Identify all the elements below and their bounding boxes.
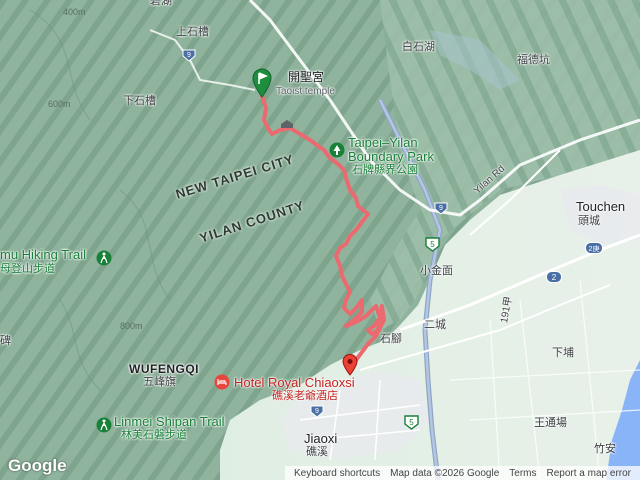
label-jiaoxi-zh: 礁溪 (306, 446, 328, 458)
svg-text:2庚: 2庚 (589, 244, 600, 253)
label-ercheng: 二城 (424, 319, 446, 331)
label-wufengqi-zh: 五峰旗 (143, 376, 176, 388)
route-9-shield-bottom: 9 (310, 405, 324, 418)
label-mid-left: 下石槽 (123, 95, 156, 107)
svg-text:5: 5 (430, 240, 435, 249)
label-jiaoxi-en: Jiaoxi (304, 431, 338, 446)
label-wufengqi-en: WUFENGQI (129, 362, 199, 376)
label-top-left: 上石槽 (176, 26, 209, 38)
report-error-link[interactable]: Report a map error (547, 468, 631, 479)
route-9-shield-mid: 9 (434, 202, 448, 215)
label-hotel-zh: 礁溪老爺酒店 (272, 390, 338, 402)
hiking-trail-icon-linmei[interactable] (96, 417, 112, 433)
park-label-en-1: Taipei–Yilan (348, 135, 418, 150)
google-logo: Google (8, 456, 67, 475)
label-shijiao: 石腳 (380, 333, 402, 345)
svg-text:2: 2 (552, 273, 557, 282)
map-footer: Keyboard shortcuts Map data ©2026 Google… (284, 466, 640, 480)
label-mu-trail-zh: 母登山步道 (0, 263, 55, 275)
keyboard-shortcuts-link[interactable]: Keyboard shortcuts (294, 468, 380, 479)
svg-text:9: 9 (315, 408, 319, 415)
start-marker-sublabel: Taoist temple (276, 86, 335, 97)
svg-text:9: 9 (439, 205, 443, 212)
label-toucheng-en: Touchen (576, 199, 626, 214)
label-top-cut: 碧湖 (150, 0, 172, 7)
label-hotel-en: Hotel Royal Chiaoxsi (234, 375, 355, 390)
label-edge-char: 碑 (0, 335, 11, 347)
label-toucheng-zh: 頭城 (578, 215, 600, 227)
end-marker-icon[interactable] (342, 354, 358, 376)
map-data-attribution: Map data ©2026 Google (390, 467, 500, 479)
route-2b-shield: 2庚 (585, 242, 603, 254)
label-linmei-zh: 林美石磐步道 (121, 429, 187, 441)
terrain-map[interactable]: 9 9 9 5 5 2 2庚 上石槽 碧湖 下石槽 開聖宮 Taoist tem… (0, 0, 640, 480)
label-wangtongchang: 王通場 (534, 417, 567, 429)
svg-text:9: 9 (187, 52, 191, 59)
hiking-trail-icon-left[interactable] (96, 250, 112, 266)
terms-link[interactable]: Terms (509, 468, 536, 479)
route-2-shield: 2 (546, 271, 562, 283)
label-baishihu: 白石湖 (402, 41, 435, 53)
elevation-400: 400m (63, 7, 86, 17)
temple-small-icon (281, 120, 293, 128)
svg-text:5: 5 (409, 418, 414, 427)
route-9-shield-top: 9 (182, 49, 196, 62)
hotel-icon[interactable] (214, 374, 230, 390)
park-icon[interactable] (329, 142, 345, 158)
start-marker-icon[interactable] (252, 68, 272, 98)
label-zhuan: 竹安 (594, 443, 616, 455)
park-label-zh: 石牌縣界公園 (352, 164, 418, 176)
park-label-en-2: Boundary Park (348, 149, 434, 164)
label-linmei-en: Linmei Shipan Trail (114, 414, 225, 429)
freeway-5-shield-bottom: 5 (404, 415, 419, 430)
label-xiaojinmian: 小金面 (420, 265, 453, 277)
label-mu-trail-en: mu Hiking Trail (0, 247, 86, 262)
elevation-600: 600m (48, 99, 71, 109)
start-marker-label: 開聖宮 (288, 70, 325, 84)
elevation-800: 800m (120, 321, 143, 331)
label-fudekeng: 福德坑 (517, 54, 550, 66)
label-xiapu: 下埔 (552, 347, 574, 359)
freeway-5-shield: 5 (425, 237, 440, 252)
